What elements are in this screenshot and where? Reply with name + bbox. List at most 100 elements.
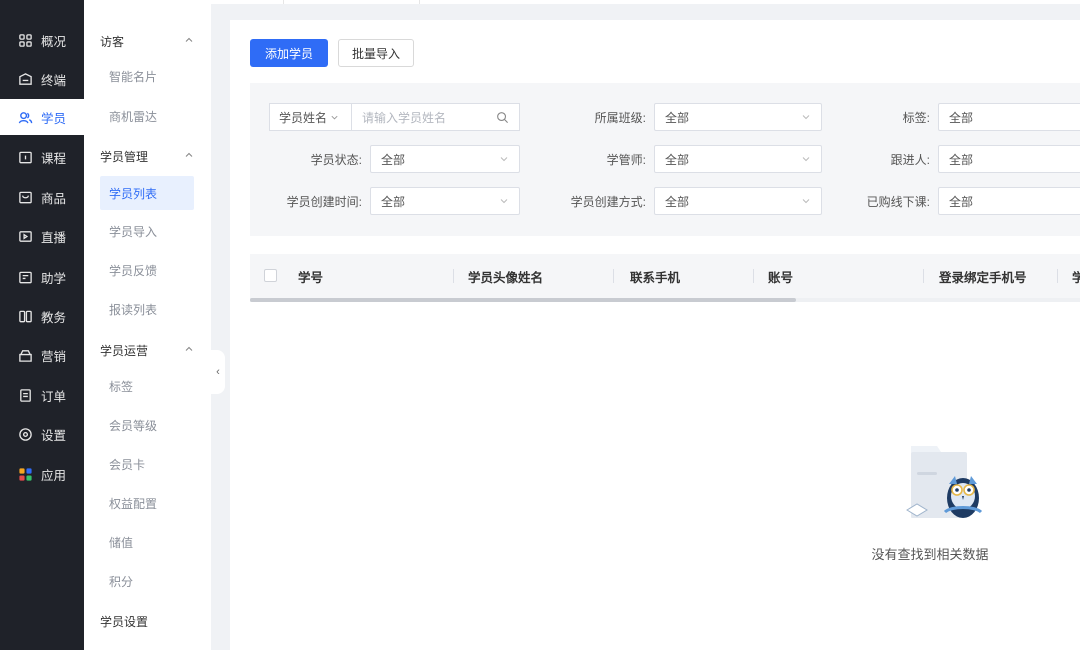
tag-filter-label: 标签: xyxy=(902,110,930,125)
select-all-checkbox[interactable] xyxy=(264,269,277,282)
name-field-select[interactable]: 学员姓名 xyxy=(269,103,351,131)
submenu-item-radar[interactable]: 商机雷达 xyxy=(100,99,194,133)
submenu-item-stored[interactable]: 储值 xyxy=(100,525,194,559)
nav-item-label: 直播 xyxy=(41,230,67,245)
tag-filter-select[interactable]: 全部 xyxy=(938,103,1080,131)
submenu-item-rights[interactable]: 权益配置 xyxy=(100,486,194,520)
column-divider xyxy=(613,269,614,283)
nav-item-terminal[interactable]: 终端 xyxy=(0,61,84,97)
created-method-filter-value: 全部 xyxy=(665,194,690,209)
submenu-item-import[interactable]: 学员导入 xyxy=(100,214,194,248)
nav-item-teaching[interactable]: 教务 xyxy=(0,298,84,334)
settings-icon xyxy=(18,427,33,442)
chevron-down-icon xyxy=(802,157,810,162)
chevron-left-icon: ‹ xyxy=(216,366,220,378)
nav-item-overview[interactable]: 概况 xyxy=(0,22,84,58)
nav-item-label: 订单 xyxy=(41,389,67,404)
search-icon[interactable] xyxy=(496,111,509,124)
nav-item-label: 应用 xyxy=(41,468,67,483)
nav-item-live[interactable]: 直播 xyxy=(0,218,84,254)
nav-item-course[interactable]: 课程 xyxy=(0,139,84,175)
chevron-down-icon xyxy=(802,199,810,204)
nav-item-goods[interactable]: 商品 xyxy=(0,179,84,215)
submenu-group-visitors[interactable]: 访客 xyxy=(84,30,211,52)
scrollbar-thumb[interactable] xyxy=(250,298,796,302)
name-field-select-value: 学员姓名 xyxy=(279,110,328,125)
users-icon xyxy=(18,110,33,125)
column-header-more[interactable]: 学 xyxy=(1072,254,1080,298)
submenu-group-settings[interactable]: 学员设置 xyxy=(84,610,211,632)
class-filter-select[interactable]: 全部 xyxy=(654,103,822,131)
submenu-item-level[interactable]: 会员等级 xyxy=(100,408,194,442)
nav-item-label: 课程 xyxy=(41,151,67,166)
column-header-phone[interactable]: 联系手机 xyxy=(630,254,680,298)
nav-item-marketing[interactable]: 营销 xyxy=(0,337,84,373)
nav-item-label: 商品 xyxy=(41,191,67,206)
nav-item-label: 助学 xyxy=(41,271,67,286)
terminal-icon xyxy=(18,72,33,87)
apps-icon xyxy=(18,467,33,482)
column-header-bound-phone[interactable]: 登录绑定手机号 xyxy=(939,254,1027,298)
filter-panel: 学员姓名 请输入学员姓名 所属班级: 全部 标签: 全部 学员状态: 全部 学管… xyxy=(250,83,1080,236)
chevron-up-icon xyxy=(185,152,193,157)
main-nav: 概况 终端 学员 课程 商品 直播 助学 教务 营销 订单 设置 应用 xyxy=(0,0,84,650)
nav-item-label: 学员 xyxy=(41,111,67,126)
nav-item-label: 营销 xyxy=(41,349,67,364)
table-horizontal-scrollbar[interactable] xyxy=(250,298,1080,302)
nav-item-settings[interactable]: 设置 xyxy=(0,416,84,452)
submenu-group-label: 学员运营 xyxy=(100,343,149,358)
top-tab-strip xyxy=(84,0,1080,4)
column-header-account[interactable]: 账号 xyxy=(768,254,793,298)
secondary-menu: 访客 智能名片 商机雷达 学员管理 学员列表 学员导入 学员反馈 报读列表 学员… xyxy=(84,0,211,650)
column-divider xyxy=(453,269,454,283)
nav-item-label: 设置 xyxy=(41,428,67,443)
submenu-item-smart-card[interactable]: 智能名片 xyxy=(100,59,194,93)
created-time-filter-select[interactable]: 全部 xyxy=(370,187,520,215)
submenu-item-points[interactable]: 积分 xyxy=(100,564,194,598)
submenu-item-feedback[interactable]: 学员反馈 xyxy=(100,253,194,287)
chevron-down-icon xyxy=(500,157,508,162)
submenu-group-manage[interactable]: 学员管理 xyxy=(84,145,211,167)
offline-course-filter-select[interactable]: 全部 xyxy=(938,187,1080,215)
class-filter-label: 所属班级: xyxy=(594,110,646,125)
offline-course-filter-value: 全部 xyxy=(949,194,974,209)
nav-item-label: 终端 xyxy=(41,73,67,88)
order-icon xyxy=(18,388,33,403)
submenu-item-student-list[interactable]: 学员列表 xyxy=(100,176,194,210)
empty-state-message: 没有查找到相关数据 xyxy=(871,547,989,562)
live-icon xyxy=(18,229,33,244)
collapse-menu-handle[interactable]: ‹ xyxy=(211,350,225,394)
grid-icon xyxy=(18,33,33,48)
column-header-avatar-name[interactable]: 学员头像姓名 xyxy=(468,254,543,298)
nav-item-apps[interactable]: 应用 xyxy=(0,456,84,492)
batch-import-button[interactable]: 批量导入 xyxy=(338,39,414,67)
class-filter-value: 全部 xyxy=(665,110,690,125)
add-student-button[interactable]: 添加学员 xyxy=(250,39,328,67)
follower-filter-value: 全部 xyxy=(949,152,974,167)
column-divider xyxy=(1057,269,1058,283)
submenu-item-tags[interactable]: 标签 xyxy=(100,369,194,403)
nav-item-label: 教务 xyxy=(41,310,67,325)
manager-filter-select[interactable]: 全部 xyxy=(654,145,822,173)
chevron-down-icon xyxy=(500,199,508,204)
chevron-down-icon xyxy=(802,115,810,120)
submenu-group-label: 学员管理 xyxy=(100,149,149,164)
submenu-item-enroll[interactable]: 报读列表 xyxy=(100,292,194,326)
student-name-search-input[interactable]: 请输入学员姓名 xyxy=(351,103,520,131)
study-icon xyxy=(18,270,33,285)
created-method-filter-select[interactable]: 全部 xyxy=(654,187,822,215)
nav-item-study[interactable]: 助学 xyxy=(0,259,84,295)
search-placeholder: 请输入学员姓名 xyxy=(362,110,447,125)
column-header-student-id[interactable]: 学号 xyxy=(298,254,323,298)
nav-item-students[interactable]: 学员 xyxy=(0,99,84,135)
chevron-up-icon xyxy=(185,346,193,351)
submenu-item-card[interactable]: 会员卡 xyxy=(100,447,194,481)
tag-filter-value: 全部 xyxy=(949,110,974,125)
status-filter-label: 学员状态: xyxy=(310,152,362,167)
status-filter-select[interactable]: 全部 xyxy=(370,145,520,173)
submenu-group-ops[interactable]: 学员运营 xyxy=(84,339,211,361)
follower-filter-select[interactable]: 全部 xyxy=(938,145,1080,173)
created-method-filter-label: 学员创建方式: xyxy=(570,194,646,209)
offline-course-filter-label: 已购线下课: xyxy=(866,194,930,209)
nav-item-order[interactable]: 订单 xyxy=(0,377,84,413)
